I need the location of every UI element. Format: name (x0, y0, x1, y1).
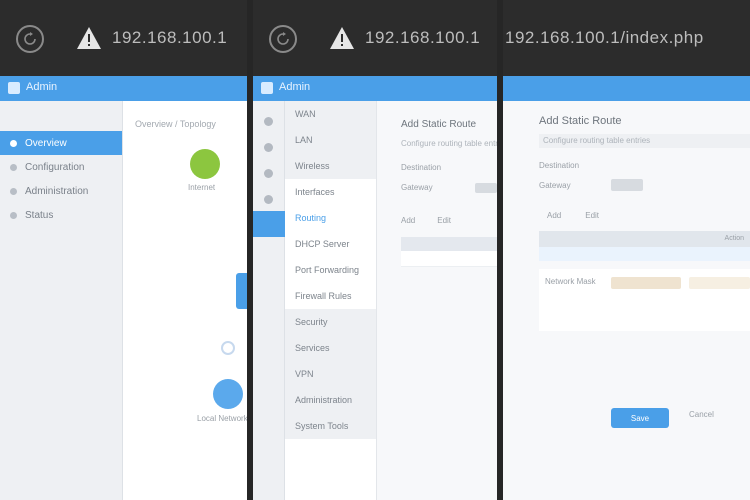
save-button[interactable]: Save (611, 408, 669, 428)
gateway-label: Gateway (539, 181, 571, 190)
browser-toolbar: 192.168.100.1 (253, 0, 498, 76)
tab-add[interactable]: Add (401, 216, 415, 225)
submenu-item[interactable]: Port Forwarding (285, 257, 376, 283)
browser-window-1: 192.168.100.1 Admin Overview Configurati… (0, 0, 248, 500)
route-tabs: Add Edit (547, 211, 623, 220)
app-header: Admin (0, 76, 248, 101)
app-header: Admin (253, 76, 498, 101)
breadcrumb: Overview / Topology (135, 119, 216, 129)
refresh-icon[interactable] (269, 25, 297, 53)
sidebar-item-label: Configuration (25, 161, 85, 173)
route-settings: Add Static Route Configure routing table… (377, 101, 498, 500)
url-host: 192.168.100.1 (505, 28, 621, 47)
status-icon (10, 211, 17, 219)
netmask-input[interactable] (611, 277, 681, 289)
netmask-label: Network Mask (545, 277, 596, 286)
home-icon[interactable] (264, 117, 273, 126)
page-title: Add Static Route (401, 119, 477, 130)
internet-node-label: Internet (188, 183, 216, 192)
configuration-icon (10, 163, 17, 171)
page-content: Add Static Route Configure routing table… (503, 101, 750, 500)
submenu-item[interactable]: System Tools (285, 413, 376, 439)
app-brand: Admin (279, 81, 311, 93)
metric-input[interactable] (689, 277, 750, 289)
submenu-item[interactable]: Interfaces (285, 179, 376, 205)
overview-icon (10, 139, 17, 147)
sidebar-item-configuration[interactable]: Configuration (0, 155, 122, 179)
warning-triangle-icon[interactable] (329, 26, 355, 50)
submenu-item[interactable]: WAN (285, 101, 376, 127)
submenu-item[interactable]: Administration (285, 387, 376, 413)
rail-item-advanced[interactable] (253, 211, 285, 237)
sidebar-item-administration[interactable]: Administration (0, 179, 122, 203)
browser-toolbar: 192.168.100.1/index.php (503, 0, 750, 76)
app-logo-icon (8, 82, 20, 94)
route-table-header (401, 237, 498, 251)
sidebar-item-overview[interactable]: Overview (0, 131, 122, 155)
table-row[interactable] (401, 251, 498, 267)
window-divider (247, 0, 253, 500)
submenu-item[interactable]: Firewall Rules (285, 283, 376, 309)
destination-label: Destination (539, 161, 580, 170)
app-logo-icon (261, 82, 273, 94)
page-content: Overview Configuration Administration St… (0, 101, 248, 500)
submenu-item[interactable]: VPN (285, 361, 376, 387)
gateway-label: Gateway (401, 183, 433, 192)
gateway-field[interactable] (611, 179, 643, 191)
topology-view: Overview / Topology Internet Local Netwo… (123, 101, 248, 500)
submenu-item[interactable]: Wireless (285, 153, 376, 179)
submenu-item[interactable]: Services (285, 335, 376, 361)
sidebar-item-status[interactable]: Status (0, 203, 122, 227)
address-bar-url[interactable]: 192.168.100.1 (365, 28, 480, 48)
action-column-header: Action (724, 235, 744, 242)
cancel-button[interactable]: Cancel (689, 410, 714, 419)
table-row-selected[interactable] (539, 247, 750, 261)
browser-window-2: 192.168.100.1 Admin WAN LAN Wireless Int… (253, 0, 498, 500)
submenu-item[interactable]: Security (285, 309, 376, 335)
connection-node-icon (221, 341, 235, 355)
route-form: Add Static Route Configure routing table… (503, 101, 750, 500)
network-icon[interactable] (264, 143, 273, 152)
refresh-icon[interactable] (16, 25, 44, 53)
local-network-node-label: Local Network (197, 414, 248, 423)
local-network-node-icon[interactable] (213, 379, 243, 409)
app-header (503, 76, 750, 101)
route-tabs: Add Edit (401, 216, 473, 225)
gateway-field[interactable] (475, 183, 497, 193)
address-bar-url[interactable]: 192.168.100.1 (112, 28, 227, 48)
window-divider (497, 0, 503, 500)
app-brand: Admin (26, 81, 58, 93)
tab-edit[interactable]: Edit (437, 216, 451, 225)
page-title: Add Static Route (539, 115, 622, 127)
route-table-header: Action (539, 231, 750, 247)
page-content: WAN LAN Wireless Interfaces Routing DHCP… (253, 101, 498, 500)
address-bar-url[interactable]: 192.168.100.1/index.php (505, 28, 704, 48)
sidebar-item-label: Status (25, 209, 54, 221)
tab-edit[interactable]: Edit (585, 211, 599, 220)
submenu: WAN LAN Wireless Interfaces Routing DHCP… (285, 101, 377, 500)
edit-form: Network Mask (539, 269, 750, 331)
sidebar: Overview Configuration Administration St… (0, 101, 123, 500)
submenu-item[interactable]: DHCP Server (285, 231, 376, 257)
administration-icon (10, 187, 17, 195)
submenu-item-selected[interactable]: Routing (285, 205, 376, 231)
screenshot-stage: 192.168.100.1 Admin Overview Configurati… (0, 0, 750, 500)
security-icon[interactable] (264, 195, 273, 204)
url-path: /index.php (620, 28, 704, 47)
submenu-item[interactable]: LAN (285, 127, 376, 153)
internet-node-icon[interactable] (190, 149, 220, 179)
page-subtitle: Configure routing table entries (539, 134, 750, 148)
browser-window-3: 192.168.100.1/index.php Add Static Route… (503, 0, 750, 500)
browser-toolbar: 192.168.100.1 (0, 0, 248, 76)
destination-label: Destination (401, 163, 442, 172)
wireless-icon[interactable] (264, 169, 273, 178)
warning-triangle-icon[interactable] (76, 26, 102, 50)
sidebar-item-label: Overview (25, 137, 67, 149)
tab-add[interactable]: Add (547, 211, 561, 220)
icon-rail (253, 101, 285, 500)
sidebar-item-label: Administration (25, 185, 89, 197)
page-subtitle: Configure routing table entries (401, 139, 498, 148)
